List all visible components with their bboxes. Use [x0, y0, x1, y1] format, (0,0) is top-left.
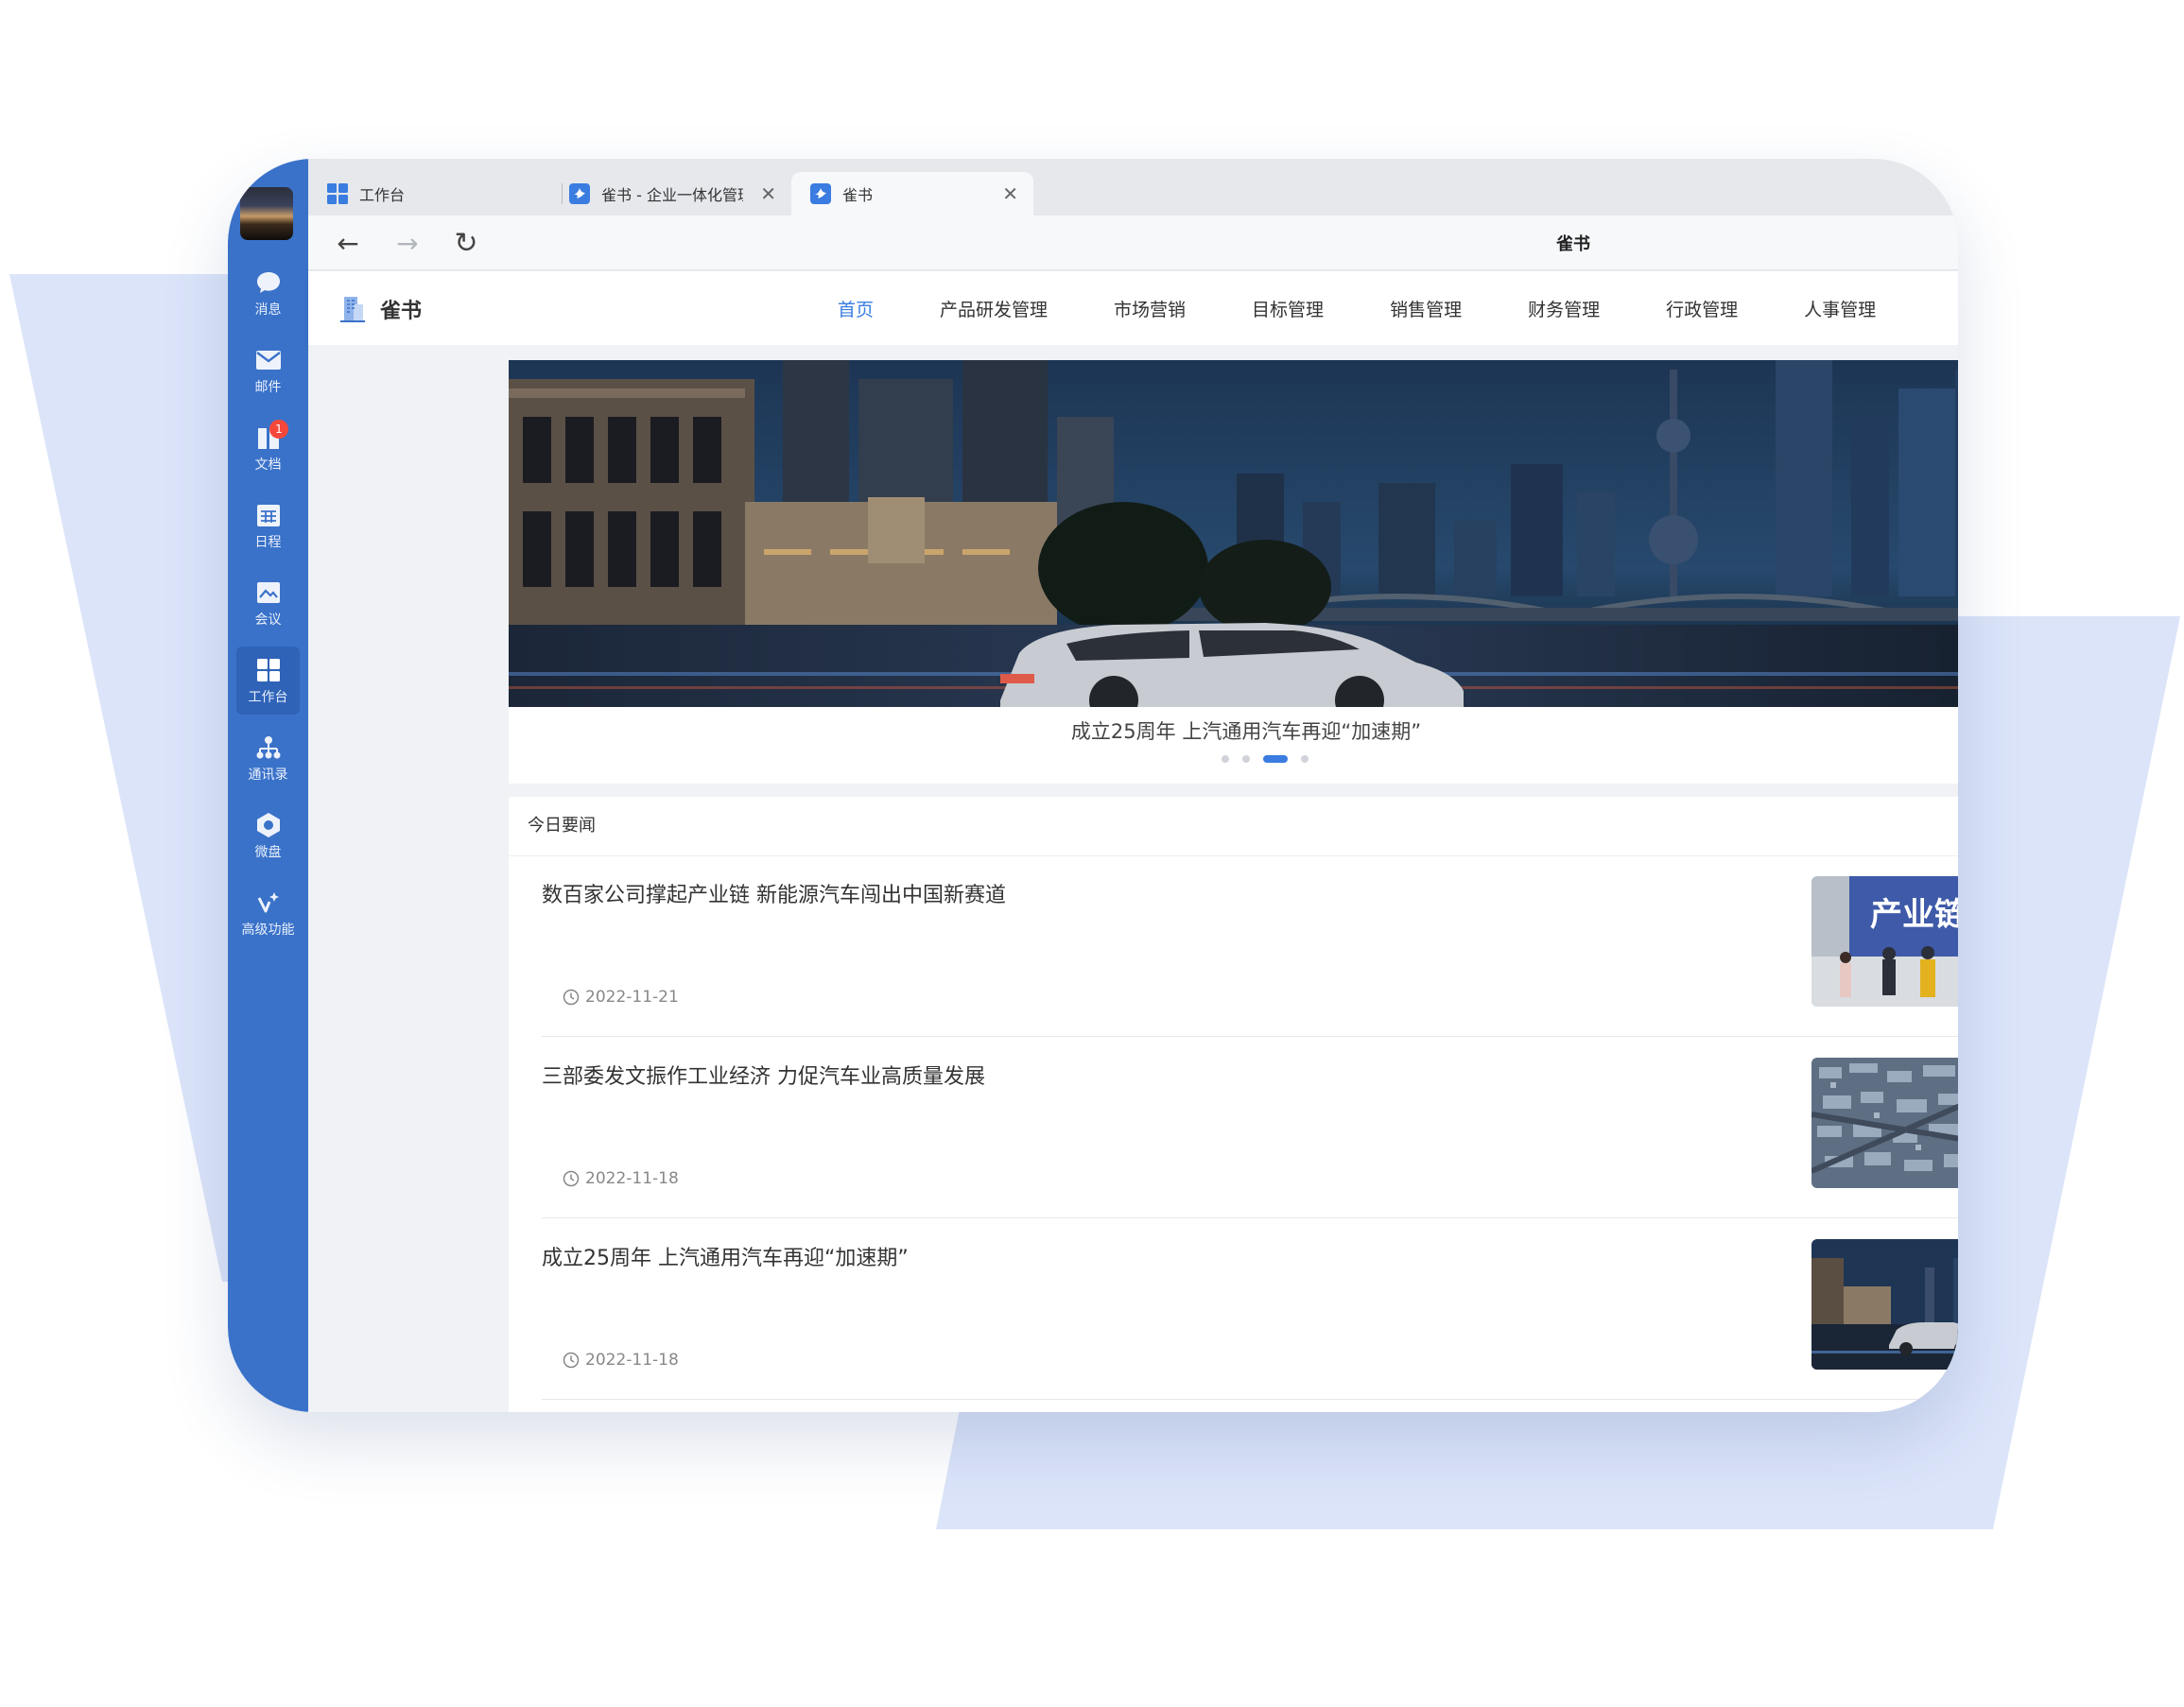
workbench-grid-icon: [327, 183, 348, 204]
tab-quebook[interactable]: 雀书 ✕: [791, 172, 1033, 216]
news-item[interactable]: 三部委发文振作工业经济 力促汽车业高质量发展 2022-11-18: [542, 1037, 1958, 1218]
tab-label: 工作台: [359, 186, 406, 204]
news-item[interactable]: 数百家公司撑起产业链 新能源汽车闯出中国新赛道 2022-11-21 产业链: [542, 855, 1958, 1037]
contacts-icon: [254, 733, 283, 762]
browser-window: 工作台 雀书 - 企业一体化管理 ✕ 雀书 ✕ ← → ↻ 雀书 雀书 首页 产…: [308, 159, 1958, 1412]
mail-icon: [254, 346, 283, 374]
clock-icon: [563, 1170, 580, 1187]
page-title: 雀书: [1556, 234, 1590, 254]
rail-item-label: 会议: [254, 612, 282, 628]
menu-item-sales[interactable]: 销售管理: [1390, 296, 1462, 321]
tab-label: 雀书: [842, 186, 874, 204]
avatar[interactable]: [240, 187, 293, 240]
menu-item-marketing[interactable]: 市场营销: [1114, 296, 1186, 321]
news-title[interactable]: 三部委发文振作工业经济 力促汽车业高质量发展: [542, 1060, 985, 1090]
rail-item-label: 通讯录: [248, 767, 288, 783]
app-logo-icon: [569, 183, 590, 204]
news-title[interactable]: 成立25周年 上汽通用汽车再迎“加速期”: [542, 1241, 909, 1271]
menu-item-admin[interactable]: 行政管理: [1666, 296, 1738, 321]
back-arrow-icon[interactable]: ←: [332, 227, 364, 259]
rail-item-cloud-drive[interactable]: 微盘: [228, 802, 308, 870]
carousel-dots: [509, 755, 1958, 763]
main-menu: 首页 产品研发管理 市场营销 目标管理 销售管理 财务管理 行政管理 人事管理: [838, 271, 1942, 345]
news-panel: 今日要闻 数百家公司撑起产业链 新能源汽车闯出中国新赛道 2022-11-21: [509, 797, 1958, 1412]
tab-quebook-enterprise[interactable]: 雀书 - 企业一体化管理 ✕: [550, 172, 791, 216]
news-heading: 今日要闻: [528, 816, 596, 836]
tab-close-icon[interactable]: ✕: [760, 182, 776, 205]
workbench-icon: [254, 656, 283, 684]
rail-item-label: 日程: [254, 534, 282, 550]
menu-item-home[interactable]: 首页: [838, 296, 874, 321]
cloud-drive-icon: [254, 811, 283, 839]
news-date: 2022-11-18: [563, 1169, 679, 1188]
menu-item-finance[interactable]: 财务管理: [1528, 296, 1600, 321]
rail-item-label: 微盘: [254, 844, 282, 860]
calendar-icon: [254, 501, 283, 529]
carousel-dot[interactable]: [1222, 755, 1229, 763]
reload-icon[interactable]: ↻: [450, 227, 482, 260]
site-logo-text: 雀书: [380, 300, 423, 323]
tab-workbench[interactable]: 工作台: [308, 172, 549, 216]
tab-close-icon[interactable]: ✕: [1002, 182, 1018, 205]
clock-icon: [563, 989, 580, 1006]
menu-item-hr[interactable]: 人事管理: [1804, 296, 1876, 321]
rail-item-mail[interactable]: 邮件: [228, 336, 308, 405]
news-date-text: 2022-11-18: [585, 1351, 679, 1370]
news-date: 2022-11-18: [563, 1351, 679, 1370]
browser-toolbar: ← → ↻ 雀书: [308, 216, 1958, 270]
rail-item-messages[interactable]: 消息: [228, 259, 308, 327]
news-item[interactable]: 成立25周年 上汽通用汽车再迎“加速期” 2022-11-18: [542, 1218, 1958, 1400]
page-content: 成立25周年 上汽通用汽车再迎“加速期” 今日要闻 数百家公司撑起产业链 新能源…: [308, 345, 1958, 1412]
rail-item-label: 邮件: [254, 379, 282, 395]
rail-item-meeting[interactable]: 会议: [228, 569, 308, 637]
news-thumbnail[interactable]: [1811, 1239, 1958, 1370]
clock-icon: [563, 1352, 580, 1369]
screenshot-stage: 消息 邮件 1 文档 日程 会议 工作台 通讯录 微盘 高级功能 工作台 雀书 …: [0, 0, 2184, 1707]
news-date-text: 2022-11-18: [585, 1169, 679, 1188]
site-logo[interactable]: 雀书: [338, 294, 422, 324]
rail-item-label: 文档: [254, 457, 282, 473]
tab-bar: 工作台 雀书 - 企业一体化管理 ✕ 雀书 ✕: [308, 159, 1958, 216]
tab-label: 雀书 - 企业一体化管理: [601, 186, 743, 204]
app-logo-icon: [810, 183, 831, 204]
forward-arrow-icon[interactable]: →: [391, 227, 424, 259]
hero-caption[interactable]: 成立25周年 上汽通用汽车再迎“加速期”: [509, 716, 1958, 745]
sparkle-icon: [254, 888, 283, 917]
site-header: 雀书 首页 产品研发管理 市场营销 目标管理 销售管理 财务管理 行政管理 人事…: [308, 271, 1958, 345]
carousel-dot[interactable]: [1242, 755, 1250, 763]
news-date-text: 2022-11-21: [585, 988, 679, 1007]
rail-item-label: 消息: [254, 302, 282, 318]
news-date: 2022-11-21: [563, 988, 679, 1007]
rail-item-docs[interactable]: 1 文档: [228, 414, 308, 482]
unread-badge: 1: [269, 420, 288, 439]
carousel-dot[interactable]: [1301, 755, 1309, 763]
main-column: 成立25周年 上汽通用汽车再迎“加速期” 今日要闻 数百家公司撑起产业链 新能源…: [509, 360, 1958, 1412]
rail-item-calendar[interactable]: 日程: [228, 491, 308, 560]
hero-image[interactable]: [509, 360, 1958, 707]
news-thumbnail[interactable]: 产业链: [1811, 876, 1958, 1007]
news-title[interactable]: 数百家公司撑起产业链 新能源汽车闯出中国新赛道: [542, 878, 1006, 908]
rail-item-contacts[interactable]: 通讯录: [228, 724, 308, 792]
carousel-dot-active[interactable]: [1263, 755, 1288, 763]
rail-item-workbench[interactable]: 工作台: [236, 647, 300, 715]
menu-item-goals[interactable]: 目标管理: [1252, 296, 1324, 321]
meeting-icon: [254, 578, 283, 607]
menu-item-rd[interactable]: 产品研发管理: [940, 296, 1048, 321]
app-rail: 消息 邮件 1 文档 日程 会议 工作台 通讯录 微盘 高级功能: [228, 159, 308, 1412]
hero-carousel[interactable]: 成立25周年 上汽通用汽车再迎“加速期”: [509, 360, 1958, 784]
device-frame: 消息 邮件 1 文档 日程 会议 工作台 通讯录 微盘 高级功能 工作台 雀书 …: [228, 159, 1958, 1412]
chat-bubble-icon: [254, 268, 283, 297]
news-thumbnail[interactable]: [1811, 1058, 1958, 1188]
rail-item-advanced[interactable]: 高级功能: [228, 879, 308, 947]
building-logo-icon: [338, 295, 367, 323]
rail-item-label: 工作台: [248, 689, 288, 705]
thumb-text: 产业链: [1870, 896, 1958, 934]
rail-item-label: 高级功能: [241, 922, 295, 938]
